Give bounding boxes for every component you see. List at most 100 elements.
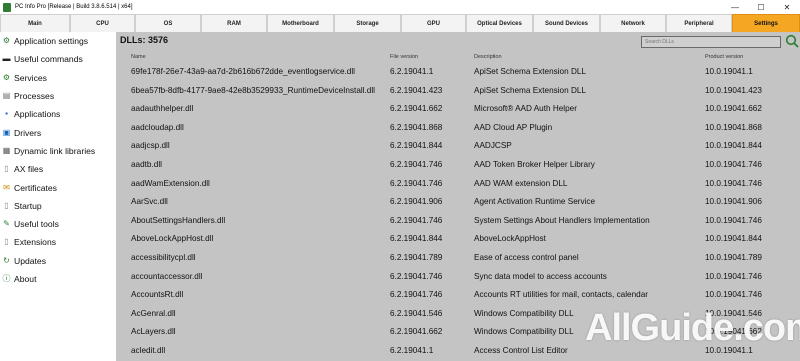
processes-icon: ▤ <box>2 91 11 101</box>
table-row[interactable]: AccountsRt.dll 6.2.19041.746 Accounts RT u… <box>116 285 800 304</box>
file-version-cell: 6.2.19041.746 <box>390 290 443 300</box>
sidebar-item-label: About <box>14 274 37 284</box>
description-cell: AAD Cloud AP Plugin <box>474 122 553 132</box>
table-row[interactable]: aadWamExtension.dll 6.2.19041.746 AAD WAM … <box>116 174 800 193</box>
column-header-file-version[interactable]: File version <box>390 54 418 60</box>
tab-gpu[interactable]: GPU <box>401 14 466 32</box>
main-tab-bar: Main CPU OS RAM Motherboard Storage GPU Optical… <box>0 14 800 32</box>
file-version-cell: 6.2.19041.546 <box>390 308 443 318</box>
table-row[interactable]: accountaccessor.dll 6.2.19041.746 Sync dat… <box>116 267 800 286</box>
table-row[interactable]: aadjcsp.dll 6.2.19041.844 AADJCSP 10.0.1904… <box>116 136 800 155</box>
description-cell: AboveLockAppHost <box>474 234 546 244</box>
file-version-cell: 6.2.19041.746 <box>390 271 443 281</box>
maximize-button[interactable]: ☐ <box>748 0 774 14</box>
file-version-cell: 6.2.19041.746 <box>390 215 443 225</box>
table-row[interactable]: aadcloudap.dll 6.2.19041.868 AAD Cloud AP … <box>116 118 800 137</box>
drivers-icon: ▣ <box>2 127 11 137</box>
table-row[interactable]: AboveLockAppHost.dll 6.2.19041.844 AboveLo… <box>116 229 800 248</box>
description-cell: System Settings About Handlers Implement… <box>474 215 650 225</box>
product-version-cell: 10.0.19041.423 <box>705 85 762 95</box>
tab-cpu[interactable]: CPU <box>70 14 135 32</box>
tab-storage[interactable]: Storage <box>334 14 401 32</box>
sidebar-item-application-settings[interactable]: ⚙ Application settings <box>0 32 116 50</box>
tab-ram[interactable]: RAM <box>201 14 267 32</box>
product-version-cell: 10.0.19041.844 <box>705 234 762 244</box>
file-version-cell: 6.2.19041.1 <box>390 345 434 355</box>
tab-motherboard[interactable]: Motherboard <box>267 14 334 32</box>
sidebar-item-useful-tools[interactable]: ✎ Useful tools <box>0 215 116 233</box>
file-version-cell: 6.2.19041.662 <box>390 327 443 337</box>
sidebar-item-extensions[interactable]: ▯ Extensions <box>0 233 116 251</box>
applications-icon: ▪ <box>5 109 8 119</box>
description-cell: AAD WAM extension DLL <box>474 178 568 188</box>
dll-name-cell: aadcloudap.dll <box>131 122 184 132</box>
description-cell: AADJCSP <box>474 141 512 151</box>
table-row[interactable]: 69fe178f-26e7-43a9-aa7d-2b616b672dde_eve… <box>116 62 800 81</box>
search-icon[interactable] <box>785 34 799 48</box>
sidebar-item-useful-commands[interactable]: ▬ Useful commands <box>0 50 116 68</box>
sidebar-item-label: Useful commands <box>14 54 83 65</box>
column-header-description[interactable]: Description <box>474 54 502 60</box>
sidebar-item-label: Processes <box>14 91 55 102</box>
product-version-cell: 10.0.19041.906 <box>705 197 762 207</box>
file-version-cell: 6.2.19041.789 <box>390 252 443 262</box>
services-icon: ⚙ <box>2 72 11 82</box>
dll-name-cell: aadjcsp.dll <box>131 141 170 151</box>
tab-peripheral[interactable]: Peripheral <box>666 14 732 32</box>
dll-name-cell: AboutSettingsHandlers.dll <box>131 215 226 225</box>
sidebar: ⚙ Application settings ▬ Useful commands ⚙ Se… <box>0 32 116 361</box>
table-row[interactable]: 6bea57fb-8dfb-4177-9ae8-42e8b3529933_Run… <box>116 81 800 100</box>
dll-name-cell: aadtb.dll <box>131 159 162 169</box>
sidebar-item-applications[interactable]: ▪ Applications <box>0 105 116 123</box>
tab-main[interactable]: Main <box>0 14 70 32</box>
sidebar-item-label: AX files <box>14 164 44 175</box>
description-cell: Agent Activation Runtime Service <box>474 197 596 207</box>
refresh-icon: ↻ <box>3 255 10 265</box>
sidebar-item-processes[interactable]: ▤ Processes <box>0 87 116 105</box>
tab-network[interactable]: Network <box>600 14 666 32</box>
sidebar-item-drivers[interactable]: ▣ Drivers <box>0 123 116 141</box>
sidebar-item-updates[interactable]: ↻ Updates <box>0 252 116 270</box>
table-header: Name File version Description Product ve… <box>116 53 800 61</box>
dll-name-cell: AccountsRt.dll <box>131 290 184 300</box>
table-row[interactable]: accessibilitycpl.dll 6.2.19041.789 Ease of… <box>116 248 800 267</box>
startup-icon: ▯ <box>4 200 9 210</box>
tab-optical-devices[interactable]: Optical Devices <box>466 14 533 32</box>
sidebar-item-startup[interactable]: ▯ Startup <box>0 197 116 215</box>
description-cell: ApiSet Schema Extension DLL <box>474 67 586 76</box>
file-version-cell: 6.2.19041.662 <box>390 104 443 114</box>
sidebar-item-services[interactable]: ⚙ Services <box>0 69 116 87</box>
dll-icon: ▦ <box>2 145 11 155</box>
minimize-button[interactable]: — <box>722 0 748 14</box>
table-row[interactable]: aadauthhelper.dll 6.2.19041.662 Microsoft®… <box>116 99 800 118</box>
tab-sound-devices[interactable]: Sound Devices <box>533 14 600 32</box>
product-version-cell: 10.0.19041.746 <box>705 178 762 188</box>
search-input[interactable] <box>641 36 781 48</box>
sidebar-item-label: Updates <box>14 255 47 266</box>
close-button[interactable]: ✕ <box>774 0 800 14</box>
column-header-product-version[interactable]: Product version <box>705 54 743 60</box>
sidebar-item-about[interactable]: ⓘ About <box>0 270 116 288</box>
dll-name-cell: accountaccessor.dll <box>131 271 203 281</box>
product-version-cell: 10.0.19041.1 <box>705 67 753 76</box>
watermark-logo: AllGuide.com <box>585 307 800 349</box>
column-header-name[interactable]: Name <box>131 54 146 60</box>
file-version-cell: 6.2.19041.423 <box>390 85 443 95</box>
description-cell: Windows Compatibility DLL <box>474 327 574 337</box>
table-row[interactable]: aadtb.dll 6.2.19041.746 AAD Token Broker H… <box>116 155 800 174</box>
sidebar-item-certificates[interactable]: ✉ Certificates <box>0 178 116 196</box>
dll-name-cell: AarSvc.dll <box>131 197 168 207</box>
tab-os[interactable]: OS <box>135 14 201 32</box>
tab-settings[interactable]: Settings <box>732 14 800 32</box>
sidebar-item-label: Applications <box>14 109 61 120</box>
table-row[interactable]: AarSvc.dll 6.2.19041.906 Agent Activation … <box>116 192 800 211</box>
product-version-cell: 10.0.19041.662 <box>705 104 762 114</box>
table-row[interactable]: AboutSettingsHandlers.dll 6.2.19041.746 Sy… <box>116 211 800 230</box>
sidebar-item-label: Application settings <box>14 36 89 47</box>
description-cell: AAD Token Broker Helper Library <box>474 159 595 169</box>
description-cell: Microsoft® AAD Auth Helper <box>474 104 577 114</box>
sidebar-item-dynamic-link-libraries[interactable]: ▦ Dynamic link libraries <box>0 142 116 160</box>
sidebar-item-ax-files[interactable]: ▯ AX files <box>0 160 116 178</box>
window-controls: — ☐ ✕ <box>722 0 800 14</box>
sidebar-item-label: Startup <box>14 200 42 211</box>
